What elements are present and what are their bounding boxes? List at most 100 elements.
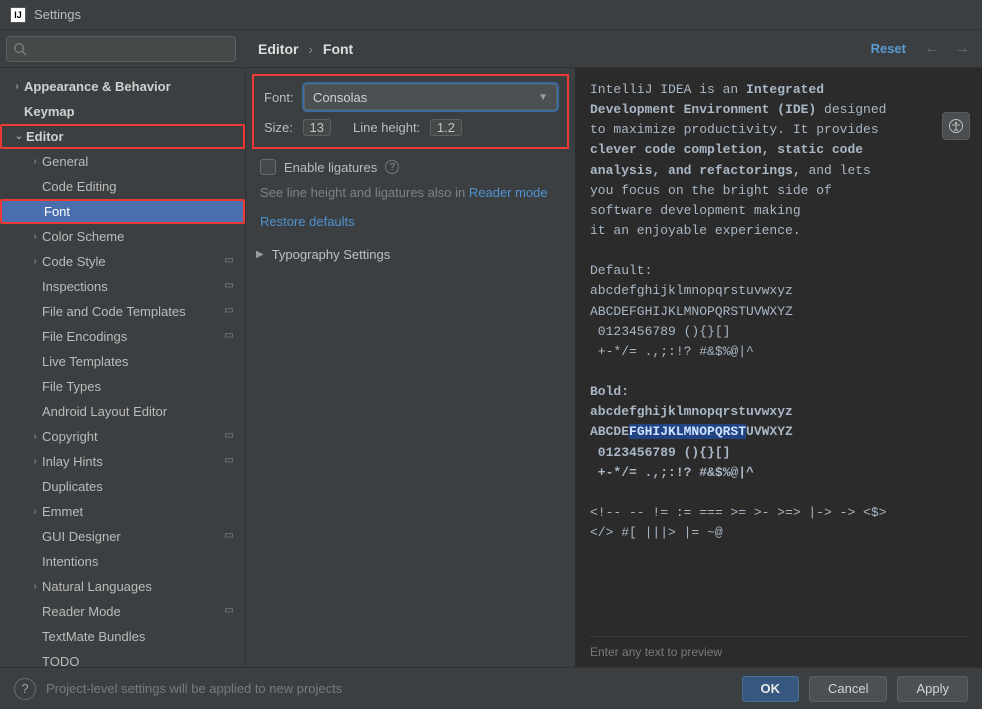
window-title: Settings bbox=[34, 7, 81, 22]
chevron-icon: › bbox=[28, 456, 42, 467]
footer-note: Project-level settings will be applied t… bbox=[46, 681, 342, 696]
search-icon bbox=[13, 42, 27, 56]
chevron-down-icon: ▼ bbox=[538, 92, 548, 103]
forward-arrow-icon[interactable]: → bbox=[954, 40, 970, 58]
tree-item-gui-designer[interactable]: GUI Designer▭ bbox=[0, 524, 245, 549]
font-label: Font: bbox=[264, 90, 304, 105]
breadcrumb-part-font: Font bbox=[323, 41, 353, 57]
reset-link[interactable]: Reset bbox=[871, 41, 906, 56]
tree-item-label: TODO bbox=[42, 654, 237, 667]
chevron-right-icon: ▶ bbox=[256, 249, 264, 260]
cancel-button[interactable]: Cancel bbox=[809, 676, 887, 702]
settings-search-input[interactable] bbox=[6, 36, 236, 62]
tree-item-inspections[interactable]: Inspections▭ bbox=[0, 274, 245, 299]
tree-item-textmate-bundles[interactable]: TextMate Bundles bbox=[0, 624, 245, 649]
tree-item-label: Intentions bbox=[42, 554, 237, 569]
tree-item-natural-languages[interactable]: ›Natural Languages bbox=[0, 574, 245, 599]
tree-item-duplicates[interactable]: Duplicates bbox=[0, 474, 245, 499]
tree-item-label: File Encodings bbox=[42, 329, 221, 344]
tree-item-live-templates[interactable]: Live Templates bbox=[0, 349, 245, 374]
tree-item-label: File and Code Templates bbox=[42, 304, 221, 319]
font-family-value: Consolas bbox=[313, 90, 367, 105]
project-scope-icon: ▭ bbox=[221, 305, 237, 319]
tree-item-label: Font bbox=[44, 204, 235, 219]
project-scope-icon: ▭ bbox=[221, 430, 237, 444]
tree-item-label: Code Style bbox=[42, 254, 221, 269]
chevron-icon: › bbox=[28, 581, 42, 592]
tree-item-label: Reader Mode bbox=[42, 604, 221, 619]
topbar: Editor › Font Reset ← → bbox=[0, 30, 982, 68]
tree-item-label: Color Scheme bbox=[42, 229, 237, 244]
project-scope-icon: ▭ bbox=[221, 455, 237, 469]
breadcrumb-separator: › bbox=[308, 41, 313, 57]
breadcrumb: Editor › Font bbox=[258, 41, 353, 57]
back-arrow-icon[interactable]: ← bbox=[924, 40, 940, 58]
tree-item-appearance-behavior[interactable]: ›Appearance & Behavior bbox=[0, 74, 245, 99]
tree-item-label: GUI Designer bbox=[42, 529, 221, 544]
typography-settings-label: Typography Settings bbox=[272, 247, 391, 262]
chevron-icon: ⌄ bbox=[12, 131, 26, 142]
tree-item-label: Android Layout Editor bbox=[42, 404, 237, 419]
ligatures-hint: See line height and ligatures also in Re… bbox=[260, 185, 569, 200]
restore-defaults-link[interactable]: Restore defaults bbox=[260, 214, 569, 229]
nav-arrows: ← → bbox=[924, 40, 970, 58]
tree-item-editor[interactable]: ⌄Editor bbox=[0, 124, 245, 149]
size-label: Size: bbox=[264, 120, 293, 135]
tree-item-label: Copyright bbox=[42, 429, 221, 444]
tree-item-label: General bbox=[42, 154, 237, 169]
typography-settings-expander[interactable]: ▶ Typography Settings bbox=[256, 247, 569, 262]
tree-item-copyright[interactable]: ›Copyright▭ bbox=[0, 424, 245, 449]
tree-item-file-encodings[interactable]: File Encodings▭ bbox=[0, 324, 245, 349]
titlebar: IJ Settings bbox=[0, 0, 982, 30]
preview-text[interactable]: IntelliJ IDEA is an Integrated Developme… bbox=[590, 80, 968, 636]
main: ›Appearance & BehaviorKeymap⌄Editor›Gene… bbox=[0, 68, 982, 667]
tree-item-file-and-code-templates[interactable]: File and Code Templates▭ bbox=[0, 299, 245, 324]
reader-mode-link[interactable]: Reader mode bbox=[469, 185, 548, 200]
tree-item-emmet[interactable]: ›Emmet bbox=[0, 499, 245, 524]
font-family-combo[interactable]: Consolas ▼ bbox=[304, 84, 557, 110]
help-button[interactable]: ? bbox=[14, 678, 36, 700]
help-icon[interactable]: ? bbox=[385, 160, 399, 174]
tree-item-todo[interactable]: TODO bbox=[0, 649, 245, 667]
ok-button[interactable]: OK bbox=[742, 676, 800, 702]
tree-item-android-layout-editor[interactable]: Android Layout Editor bbox=[0, 399, 245, 424]
enable-ligatures-checkbox[interactable] bbox=[260, 159, 276, 175]
apply-button[interactable]: Apply bbox=[897, 676, 968, 702]
tree-item-label: Emmet bbox=[42, 504, 237, 519]
chevron-icon: › bbox=[28, 431, 42, 442]
line-height-input[interactable]: 1.2 bbox=[430, 119, 462, 136]
breadcrumb-part-editor: Editor bbox=[258, 41, 298, 57]
font-settings-panel: Font: Consolas ▼ Size: 13 Line height: 1… bbox=[246, 68, 576, 667]
tree-item-label: Appearance & Behavior bbox=[24, 79, 237, 94]
content: Font: Consolas ▼ Size: 13 Line height: 1… bbox=[246, 68, 982, 667]
preview-input-hint: Enter any text to preview bbox=[590, 636, 968, 659]
tree-item-label: Inlay Hints bbox=[42, 454, 221, 469]
tree-item-inlay-hints[interactable]: ›Inlay Hints▭ bbox=[0, 449, 245, 474]
footer: ? Project-level settings will be applied… bbox=[0, 667, 982, 709]
tree-item-label: Keymap bbox=[24, 104, 237, 119]
tree-item-code-style[interactable]: ›Code Style▭ bbox=[0, 249, 245, 274]
tree-item-color-scheme[interactable]: ›Color Scheme bbox=[0, 224, 245, 249]
tree-item-label: Editor bbox=[26, 129, 235, 144]
app-icon: IJ bbox=[10, 7, 26, 23]
tree-item-label: Live Templates bbox=[42, 354, 237, 369]
tree-item-label: Duplicates bbox=[42, 479, 237, 494]
font-preview-panel: IntelliJ IDEA is an Integrated Developme… bbox=[576, 68, 982, 667]
tree-item-general[interactable]: ›General bbox=[0, 149, 245, 174]
tree-item-keymap[interactable]: Keymap bbox=[0, 99, 245, 124]
font-size-input[interactable]: 13 bbox=[303, 119, 331, 136]
line-height-label: Line height: bbox=[353, 120, 420, 135]
enable-ligatures-row[interactable]: Enable ligatures ? bbox=[260, 159, 569, 175]
highlighted-font-controls: Font: Consolas ▼ Size: 13 Line height: 1… bbox=[252, 74, 569, 149]
tree-item-font[interactable]: Font bbox=[0, 199, 245, 224]
settings-tree[interactable]: ›Appearance & BehaviorKeymap⌄Editor›Gene… bbox=[0, 68, 246, 667]
accessibility-icon[interactable] bbox=[942, 112, 970, 140]
enable-ligatures-label: Enable ligatures bbox=[284, 160, 377, 175]
tree-item-intentions[interactable]: Intentions bbox=[0, 549, 245, 574]
tree-item-code-editing[interactable]: Code Editing bbox=[0, 174, 245, 199]
project-scope-icon: ▭ bbox=[221, 255, 237, 269]
tree-item-reader-mode[interactable]: Reader Mode▭ bbox=[0, 599, 245, 624]
chevron-icon: › bbox=[28, 231, 42, 242]
tree-item-file-types[interactable]: File Types bbox=[0, 374, 245, 399]
chevron-icon: › bbox=[10, 81, 24, 92]
